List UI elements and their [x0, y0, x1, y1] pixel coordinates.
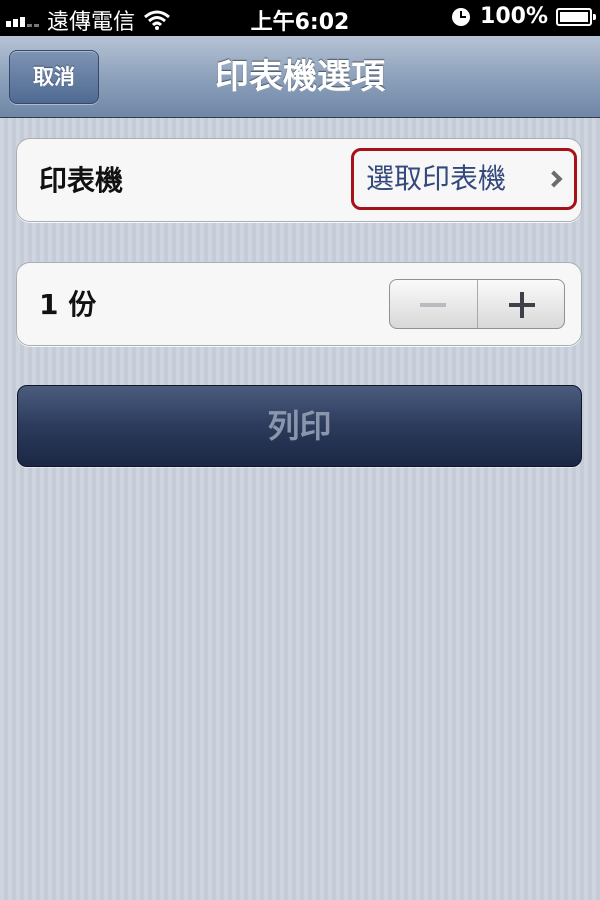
cancel-button[interactable]: 取消	[9, 50, 99, 104]
battery-percent: 100%	[480, 4, 548, 29]
chevron-right-icon	[545, 170, 563, 188]
printer-label: 印表機	[39, 164, 124, 197]
select-printer-label: 選取印表機	[366, 162, 507, 195]
copies-stepper[interactable]	[389, 279, 565, 329]
alarm-clock-icon	[452, 7, 471, 26]
copies-row: 1 份	[16, 262, 582, 346]
increment-button[interactable]	[476, 280, 565, 328]
minus-icon	[420, 303, 446, 307]
navigation-bar: 印表機選項 取消	[0, 36, 600, 118]
battery-icon	[556, 7, 596, 26]
status-right: 100%	[452, 4, 596, 29]
copies-label: 1 份	[39, 288, 97, 321]
printer-row[interactable]: 印表機 選取印表機	[16, 138, 582, 222]
plus-icon	[508, 292, 535, 318]
print-button[interactable]: 列印	[17, 385, 582, 467]
select-printer-button[interactable]: 選取印表機	[351, 148, 577, 210]
decrement-button[interactable]	[390, 280, 477, 328]
status-bar: 遠傳電信 上午6:02 100%	[0, 0, 600, 36]
